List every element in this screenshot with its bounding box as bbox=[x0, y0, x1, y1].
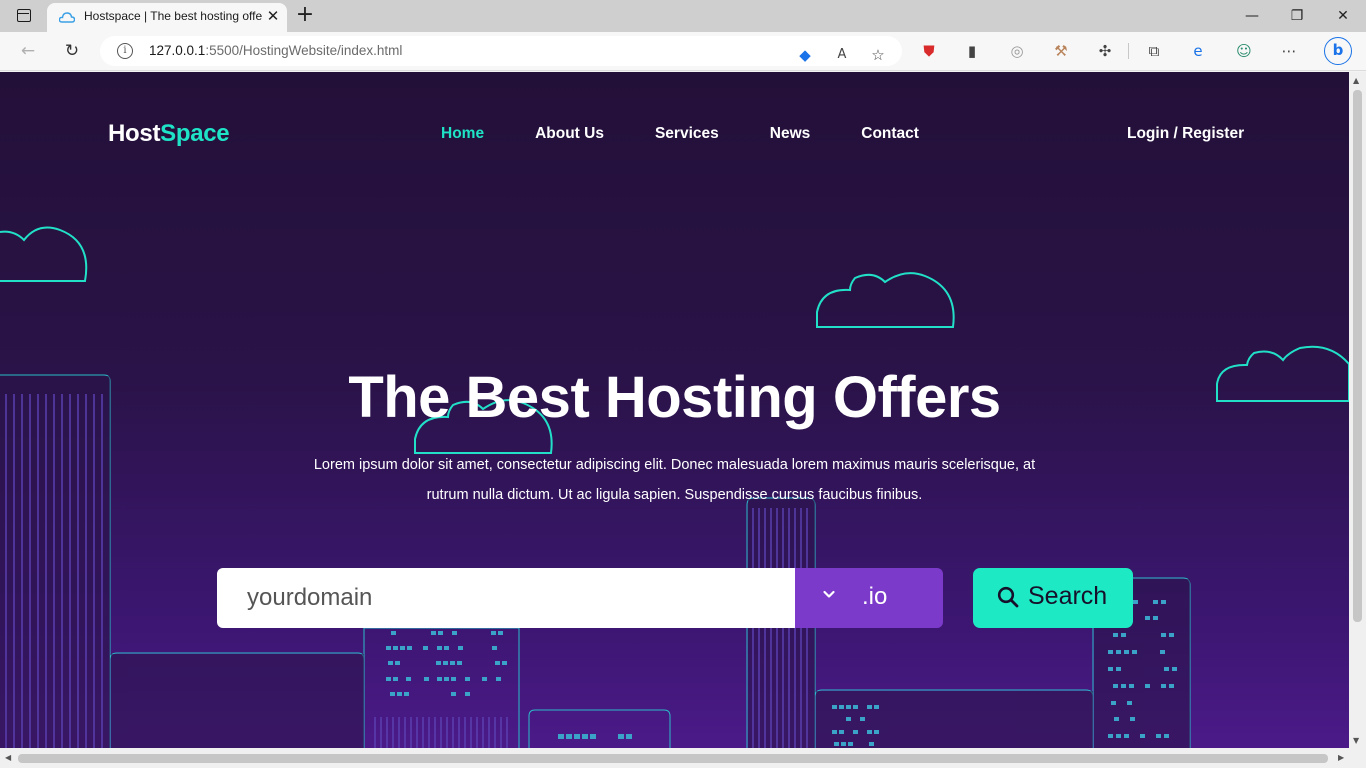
url-field[interactable]: i 127.0.0.1:5500/HostingWebsite/index.ht… bbox=[100, 36, 902, 66]
site-logo[interactable]: HostSpace bbox=[108, 120, 230, 148]
nav-news[interactable]: News bbox=[770, 125, 811, 143]
window-close-icon[interactable]: ✕ bbox=[1329, 4, 1357, 28]
extension-bars-icon[interactable]: ▮ bbox=[961, 40, 983, 62]
vertical-scroll-thumb[interactable] bbox=[1353, 90, 1362, 622]
search-button-label: Search bbox=[1028, 582, 1108, 610]
new-tab-icon[interactable]: + bbox=[293, 4, 317, 28]
nav-about-us[interactable]: About Us bbox=[535, 125, 604, 143]
hammer-extension-icon[interactable]: ⚒ bbox=[1050, 40, 1072, 62]
shopping-tag-icon[interactable]: ◆ bbox=[794, 44, 816, 66]
login-register-link[interactable]: Login / Register bbox=[1127, 125, 1244, 143]
shield-extension-icon[interactable]: ⛊ bbox=[918, 40, 940, 62]
search-button[interactable]: Search bbox=[973, 568, 1133, 628]
url-text[interactable]: 127.0.0.1:5500/HostingWebsite/index.html bbox=[149, 43, 402, 58]
chevron-down-icon bbox=[823, 590, 835, 598]
scroll-left-icon[interactable]: ◀ bbox=[5, 753, 11, 762]
tab-actions-icon[interactable] bbox=[17, 9, 31, 22]
horizontal-scroll-thumb[interactable] bbox=[18, 754, 1328, 763]
search-icon bbox=[997, 586, 1019, 608]
extensions-puzzle-icon[interactable]: ✣ bbox=[1094, 40, 1116, 62]
building-fills bbox=[0, 376, 1190, 748]
hero-title: The Best Hosting Offers bbox=[348, 365, 1001, 430]
compass-extension-icon[interactable]: ◎ bbox=[1006, 40, 1028, 62]
ie-mode-icon[interactable]: e bbox=[1187, 40, 1209, 62]
main-nav: Home About Us Services News Contact bbox=[441, 125, 919, 143]
address-bar: ← ↻ i 127.0.0.1:5500/HostingWebsite/inde… bbox=[0, 32, 1366, 71]
back-icon[interactable]: ← bbox=[16, 40, 40, 62]
tab-title: Hostspace | The best hosting offers bbox=[84, 9, 262, 23]
toolbar-divider bbox=[1128, 43, 1129, 59]
scroll-right-icon[interactable]: ▶ bbox=[1338, 753, 1344, 762]
cloud-favicon-icon bbox=[59, 12, 75, 23]
restore-icon[interactable]: ❐ bbox=[1283, 4, 1311, 28]
read-aloud-icon[interactable]: A bbox=[831, 44, 853, 66]
tld-selected-value: .io bbox=[862, 583, 888, 610]
browser-tabstrip: Hostspace | The best hosting offers ✕ + … bbox=[0, 0, 1366, 32]
page-viewport: HostSpace Home About Us Services News Co… bbox=[0, 72, 1349, 748]
bing-chat-icon[interactable]: b bbox=[1324, 37, 1352, 65]
collections-icon[interactable]: ⧉ bbox=[1143, 40, 1165, 62]
add-favorite-icon[interactable]: ☆ bbox=[867, 44, 889, 66]
refresh-icon[interactable]: ↻ bbox=[60, 40, 84, 62]
nav-contact[interactable]: Contact bbox=[861, 125, 919, 143]
profile-avatar-icon[interactable]: ☺ bbox=[1233, 40, 1255, 62]
scroll-up-icon[interactable]: ▲ bbox=[1353, 76, 1359, 85]
domain-search-input[interactable] bbox=[217, 568, 797, 628]
tab-close-icon[interactable]: ✕ bbox=[265, 6, 281, 26]
hero-description: Lorem ipsum dolor sit amet, consectetur … bbox=[313, 457, 1036, 503]
minimize-icon[interactable]: — bbox=[1238, 4, 1266, 28]
nav-home[interactable]: Home bbox=[441, 125, 484, 143]
vertical-scrollbar[interactable]: ▲ ▼ bbox=[1349, 72, 1366, 748]
browser-tab[interactable]: Hostspace | The best hosting offers ✕ bbox=[47, 3, 287, 32]
tld-dropdown[interactable]: .io bbox=[795, 568, 943, 628]
nav-services[interactable]: Services bbox=[655, 125, 719, 143]
scroll-down-icon[interactable]: ▼ bbox=[1353, 736, 1359, 745]
site-info-icon[interactable]: i bbox=[117, 43, 133, 59]
more-options-icon[interactable]: ⋯ bbox=[1278, 40, 1300, 62]
horizontal-scrollbar[interactable]: ◀ ▶ bbox=[0, 748, 1366, 768]
